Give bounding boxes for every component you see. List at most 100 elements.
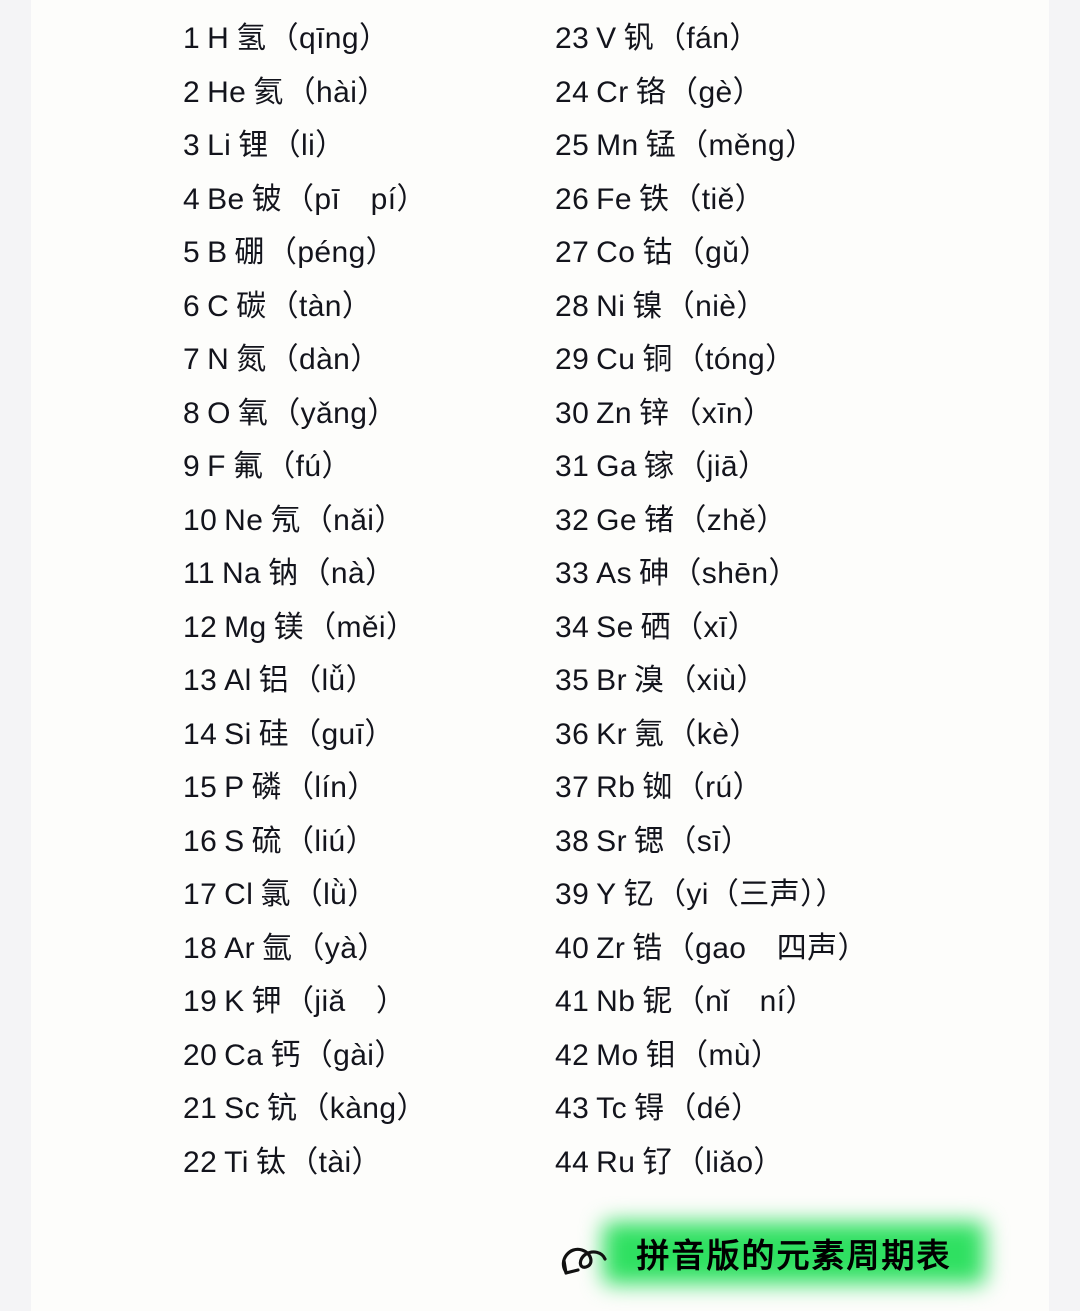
element-pinyin: （péng） [266, 236, 397, 269]
element-hanzi: 氦 [253, 75, 284, 109]
element-entry-row: 1 H 氢（qīng） [183, 12, 427, 66]
element-number: 2 [183, 75, 201, 109]
page-canvas: 1 H 氢（qīng） 2 He 氦（hài） 3 Li 锂（li） 4 Be 铍（pī pí） 5 B 硼… [31, 0, 1049, 1311]
element-number: 1 [183, 22, 201, 55]
element-number: 3 [183, 129, 201, 162]
element-symbol: Fe [596, 182, 632, 216]
element-symbol: O [207, 396, 231, 430]
element-entry-row: 6 C 碳（tàn） [183, 280, 427, 334]
element-entry-row: 27 Co 钴（gǔ） [555, 226, 868, 280]
element-symbol: Si [224, 717, 252, 751]
element-number: 7 [183, 343, 201, 376]
element-pinyin: （fú） [265, 450, 352, 483]
element-number: 21 [183, 1092, 218, 1125]
element-entry-row: 7 N 氮（dàn） [183, 333, 427, 387]
element-number: 11 [183, 557, 215, 590]
element-symbol: P [224, 771, 245, 804]
element-hanzi: 氧 [237, 396, 269, 430]
element-entry-row: 12 Mg 镁（měi） [183, 601, 427, 655]
element-pinyin: （yà） [294, 931, 388, 965]
element-entry-row: 17 Cl 氯（lǜ） [183, 868, 427, 922]
element-symbol: Cr [596, 75, 629, 109]
element-number: 30 [555, 396, 590, 430]
element-symbol: Cl [224, 878, 254, 911]
element-number: 32 [555, 503, 590, 537]
element-hanzi: 铜 [642, 343, 673, 376]
element-symbol: V [596, 22, 617, 55]
element-hanzi: 铝 [258, 664, 290, 697]
element-pinyin: （mù） [678, 1038, 782, 1072]
element-pinyin: （gao 四声） [664, 931, 868, 965]
element-entry-row: 14 Si 硅（guī） [183, 708, 427, 762]
element-pinyin: （xī） [673, 610, 759, 644]
element-hanzi: 碳 [236, 289, 267, 323]
element-number: 43 [555, 1092, 590, 1125]
element-pinyin: （tiě） [671, 182, 766, 216]
element-number: 25 [555, 129, 590, 162]
element-hanzi: 镓 [644, 450, 675, 483]
element-pinyin: （guī） [291, 717, 395, 751]
element-number: 10 [183, 503, 218, 537]
element-entry-row: 18 Ar 氩（yà） [183, 922, 427, 976]
element-list: 1 H 氢（qīng） 2 He 氦（hài） 3 Li 锂（li） 4 Be 铍（pī pí） 5 B 硼… [31, 0, 1049, 1210]
element-number: 38 [555, 824, 590, 858]
element-entry-row: 23 V 钒（fán） [555, 12, 868, 66]
element-number: 4 [183, 182, 201, 216]
element-hanzi: 锶 [633, 824, 665, 858]
element-pinyin: （tàn） [268, 289, 373, 323]
element-symbol: Mn [596, 129, 639, 162]
footer-badge: 拼音版的元素周期表 [31, 1196, 1049, 1311]
element-symbol: F [207, 450, 226, 483]
element-hanzi: 硅 [258, 717, 290, 751]
element-number: 14 [183, 717, 218, 751]
element-number: 27 [555, 236, 590, 269]
element-pinyin: （tóng） [674, 343, 796, 376]
element-hanzi: 铌 [642, 985, 673, 1018]
element-symbol: Ni [596, 289, 626, 323]
element-entry-row: 3 Li 锂（li） [183, 119, 427, 173]
element-hanzi: 氟 [232, 450, 264, 483]
element-symbol: Ru [596, 1145, 636, 1179]
element-number: 19 [183, 985, 218, 1018]
element-pinyin: （shēn） [671, 557, 799, 590]
element-symbol: C [207, 289, 230, 323]
element-pinyin: （dàn） [268, 343, 381, 376]
element-number: 41 [555, 985, 590, 1018]
element-entry-row: 37 Rb 铷（rú） [555, 761, 868, 815]
element-number: 29 [555, 343, 590, 376]
element-entry-row: 20 Ca 钙（gài） [183, 1029, 427, 1083]
element-number: 24 [555, 75, 590, 109]
element-pinyin: （pī pí） [284, 182, 427, 216]
element-entry-row: 33 As 砷（shēn） [555, 547, 868, 601]
element-number: 44 [555, 1145, 590, 1179]
element-pinyin: （yi（三声）） [656, 878, 846, 911]
element-hanzi: 磷 [251, 771, 282, 804]
element-pinyin: （nǎi） [302, 503, 405, 537]
element-number: 40 [555, 931, 590, 965]
element-pinyin: （lín） [284, 771, 378, 804]
element-column-left: 1 H 氢（qīng） 2 He 氦（hài） 3 Li 锂（li） 4 Be 铍（pī pí） 5 B 硼… [183, 12, 427, 1189]
element-pinyin: （yǎng） [270, 396, 398, 430]
element-entry-row: 15 P 磷（lín） [183, 761, 427, 815]
element-number: 15 [183, 771, 218, 804]
element-symbol: Co [596, 236, 636, 269]
element-hanzi: 镍 [632, 289, 663, 323]
element-entry-row: 26 Fe 铁（tiě） [555, 173, 868, 227]
element-number: 12 [183, 610, 218, 644]
element-entry-row: 31 Ga 镓（jiā） [555, 440, 868, 494]
element-column-right: 23 V 钒（fán） 24 Cr 铬（gè） 25 Mn 锰（měng） 26 Fe 铁（tiě） 2… [555, 12, 868, 1189]
element-number: 39 [555, 878, 590, 911]
element-hanzi: 锌 [638, 396, 670, 430]
element-symbol: Mo [596, 1038, 639, 1072]
element-number: 37 [555, 771, 590, 804]
element-symbol: Zr [596, 931, 626, 965]
element-pinyin: （fán） [656, 22, 760, 55]
element-hanzi: 氯 [260, 878, 291, 911]
element-number: 22 [183, 1145, 218, 1179]
element-pinyin: （gǔ） [674, 236, 770, 269]
element-hanzi: 锂 [238, 129, 269, 162]
element-entry-row: 24 Cr 铬（gè） [555, 66, 868, 120]
element-symbol: Ge [596, 503, 637, 537]
element-number: 31 [555, 450, 590, 483]
element-symbol: Sc [224, 1092, 260, 1125]
